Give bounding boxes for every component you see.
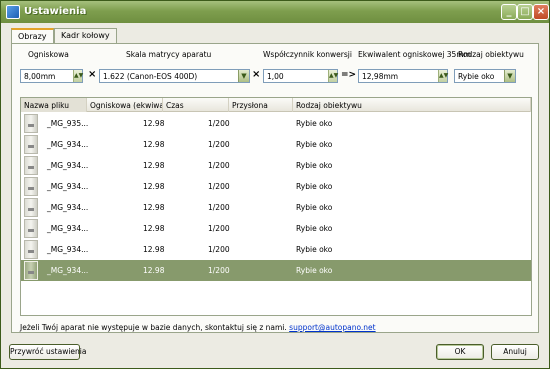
cell-focal: 12.98 [143, 161, 165, 170]
window-title: Ustawienia [24, 6, 87, 17]
equiv-label: Ekwiwalent ogniskowej 35mm [358, 50, 471, 59]
cell-lens: Rybie oko [296, 182, 333, 191]
tab-obrazy[interactable]: Obrazy [11, 28, 54, 44]
thumbnail-image [24, 240, 38, 259]
thumbnail-image [24, 261, 38, 280]
thumbnail-image [24, 219, 38, 238]
table-row[interactable]: _MG_934... 12.98 1/200 Rybie oko [21, 155, 531, 176]
thumbnail-image [24, 177, 38, 196]
thumbnail-image [24, 114, 38, 133]
focal-spin-icon[interactable]: ▲▼ [73, 70, 83, 82]
cell-focal: 12.98 [143, 224, 165, 233]
settings-window: Ustawienia _ □ × Obrazy Kadr kołowy Ogni… [0, 0, 550, 369]
cancel-button[interactable]: Anuluj [491, 344, 539, 360]
table-header: Nazwa pliku Ogniskowa (ekwiwalent Czas P… [21, 98, 531, 112]
image-table: Nazwa pliku Ogniskowa (ekwiwalent Czas P… [20, 97, 532, 316]
table-row[interactable]: _MG_934... 12.98 1/200 Rybie oko [21, 218, 531, 239]
cell-lens: Rybie oko [296, 245, 333, 254]
tab-kadr-kolowy[interactable]: Kadr kołowy [54, 28, 117, 43]
support-note-text: Jeżeli Twój aparat nie występuje w bazie… [20, 323, 287, 332]
cell-time: 1/200 [208, 161, 230, 170]
table-row[interactable]: _MG_934... 12.98 1/200 Rybie oko [21, 239, 531, 260]
cell-time: 1/200 [208, 203, 230, 212]
equals-arrow: => [341, 70, 357, 80]
cell-filename: _MG_934... [47, 203, 89, 212]
cell-filename: _MG_934... [47, 182, 89, 191]
conversion-spin-icon[interactable]: ▲▼ [328, 70, 338, 82]
cell-time: 1/200 [208, 140, 230, 149]
multiply-sign-1: × [88, 69, 97, 80]
table-row[interactable]: _MG_934... 12.98 1/200 Rybie oko [21, 134, 531, 155]
cell-lens: Rybie oko [296, 203, 333, 212]
table-row[interactable]: _MG_934... 12.98 1/200 Rybie oko [21, 176, 531, 197]
reset-button[interactable]: Przywróć ustawienia [9, 344, 86, 360]
sensor-dropdown-icon[interactable]: ▼ [238, 70, 249, 82]
thumbnail-image [24, 135, 38, 154]
cell-lens: Rybie oko [296, 119, 333, 128]
lens-dropdown-icon[interactable]: ▼ [504, 70, 515, 82]
app-icon [6, 5, 20, 19]
close-button[interactable]: × [533, 4, 549, 20]
sensor-label: Skala matrycy aparatu [126, 50, 212, 59]
ok-button[interactable]: OK [436, 344, 484, 360]
column-header-focal[interactable]: Ogniskowa (ekwiwalent [87, 98, 163, 112]
conversion-label: Współczynnik konwersji [263, 50, 352, 59]
table-row[interactable]: _MG_934... 12.98 1/200 Rybie oko [21, 260, 531, 281]
cell-lens: Rybie oko [296, 140, 333, 149]
cell-focal: 12.98 [143, 119, 165, 128]
cell-lens: Rybie oko [296, 224, 333, 233]
focal-label: Ogniskowa [28, 50, 69, 59]
cell-time: 1/200 [208, 182, 230, 191]
column-header-aperture[interactable]: Przysłona [229, 98, 293, 112]
cell-filename: _MG_935... [47, 119, 89, 128]
cell-focal: 12.98 [143, 245, 165, 254]
cell-filename: _MG_934... [47, 224, 89, 233]
column-header-lens[interactable]: Rodzaj obiektywu [293, 98, 531, 112]
cell-time: 1/200 [208, 266, 230, 275]
title-bar[interactable]: Ustawienia _ □ × [1, 1, 549, 23]
thumbnail-image [24, 198, 38, 217]
column-header-filename[interactable]: Nazwa pliku [21, 98, 87, 112]
cell-filename: _MG_934... [47, 140, 89, 149]
cell-lens: Rybie oko [296, 266, 333, 275]
cell-focal: 12.98 [143, 140, 165, 149]
minimize-button[interactable]: _ [501, 4, 517, 20]
cell-time: 1/200 [208, 245, 230, 254]
cell-focal: 12.98 [143, 266, 165, 275]
sensor-combobox[interactable]: 1.622 (Canon-EOS 400D) [99, 69, 250, 83]
multiply-sign-2: × [252, 69, 261, 80]
cell-time: 1/200 [208, 119, 230, 128]
conversion-field[interactable]: 1,00 [263, 69, 338, 83]
cell-focal: 12.98 [143, 203, 165, 212]
cell-filename: _MG_934... [47, 245, 89, 254]
cell-focal: 12.98 [143, 182, 165, 191]
table-row[interactable]: _MG_935... 12.98 1/200 Rybie oko [21, 113, 531, 134]
cell-lens: Rybie oko [296, 161, 333, 170]
tab-panel: Ogniskowa Skala matrycy aparatu Współczy… [11, 43, 539, 333]
maximize-button[interactable]: □ [517, 4, 533, 20]
equiv-spin-icon[interactable]: ▲▼ [438, 70, 448, 82]
support-link[interactable]: support@autopano.net [289, 323, 375, 332]
cell-time: 1/200 [208, 224, 230, 233]
support-note: Jeżeli Twój aparat nie występuje w bazie… [20, 323, 376, 332]
table-row[interactable]: _MG_934... 12.98 1/200 Rybie oko [21, 197, 531, 218]
equiv-field[interactable]: 12,98mm [358, 69, 448, 83]
thumbnail-image [24, 156, 38, 175]
cell-filename: _MG_934... [47, 161, 89, 170]
cell-filename: _MG_934... [47, 266, 89, 275]
lens-label: Rodzaj obiektywu [458, 50, 524, 59]
column-header-time[interactable]: Czas [163, 98, 229, 112]
